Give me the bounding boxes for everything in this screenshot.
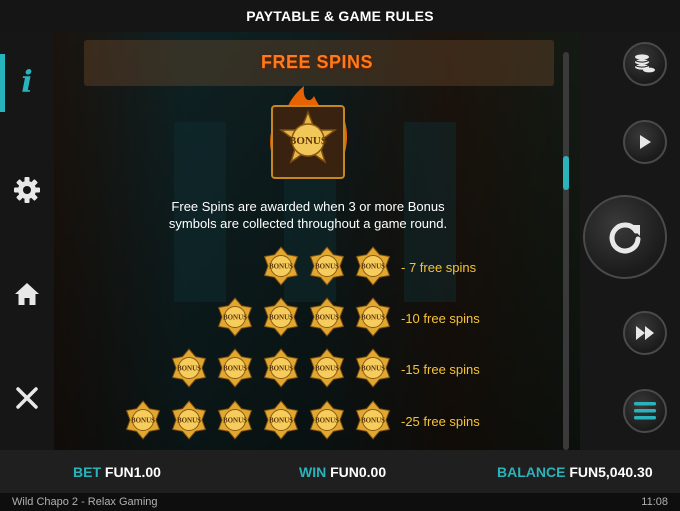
sidebar-item-settings[interactable] [0,160,54,220]
spin-button[interactable] [583,195,667,279]
coins-stack-icon [634,54,655,73]
right-controls [580,32,680,450]
badge-text: BONUS [269,365,293,373]
payout-label: -10 free spins [401,311,480,326]
badge-text: BONUS [269,263,293,271]
menu-button[interactable] [623,389,667,433]
bonus-badge-icon: BONUS [171,400,207,440]
bet-display[interactable]: BET FUN1.00 [73,464,161,480]
turbo-button[interactable] [623,311,667,355]
badge-text: BONUS [269,314,293,322]
scrollbar-track[interactable] [563,52,569,450]
badge-text: BONUS [131,417,155,425]
paytable-row-3: - 7 free spins BONUS BONUS BONUS [54,246,580,290]
bonus-badge-icon: BONUS [263,246,299,286]
badge-text: BONUS [315,417,339,425]
bonus-badge-icon: BONUS [355,246,391,286]
app-name: Wild Chapo 2 - Relax Gaming [12,496,158,508]
close-icon [16,387,38,409]
balance-label: BALANCE [497,464,566,480]
bonus-badge-icon: BONUS [309,400,345,440]
bet-coins-button[interactable] [623,42,667,86]
scrollbar-thumb[interactable] [563,156,569,190]
payout-label: -25 free spins [401,414,480,429]
bonus-badge-icon: BONUS [217,348,253,388]
badge-text: BONUS [361,263,385,271]
win-label: WIN [299,464,327,480]
bonus-badge-icon: BONUS [355,348,391,388]
page-title: PAYTABLE & GAME RULES [246,8,434,24]
status-bar: Wild Chapo 2 - Relax Gaming 11:08 [0,493,680,511]
badge-text: BONUS [361,417,385,425]
bonus-symbol-hero: BONUS [258,82,358,191]
bonus-badge-icon: BONUS [217,297,253,337]
badge-text: BONUS [315,314,339,322]
badge-text: BONUS [361,314,385,322]
free-spins-description: Free Spins are awarded when 3 or more Bo… [54,198,562,232]
section-title: FREE SPINS [260,52,374,72]
home-icon [15,283,39,305]
gear-icon [14,177,40,203]
badge-text: BONUS [223,417,247,425]
paytable-row-4: -10 free spins BONUS BONUS BONUS BONUS [54,297,580,341]
win-display: WIN FUN0.00 [299,464,386,480]
play-icon [640,135,651,149]
bonus-badge-icon: BONUS [270,86,348,179]
sidebar-item-home[interactable] [0,264,54,324]
payout-label: - 7 free spins [401,260,477,275]
fast-forward-icon [636,326,654,340]
menu-icon [634,402,656,420]
win-value: FUN0.00 [330,464,387,480]
bonus-badge-icon: BONUS [263,400,299,440]
spin-icon [609,222,641,254]
bonus-badge-icon: BONUS [263,348,299,388]
badge-text: BONUS [223,365,247,373]
badge-text: BONUS [269,417,293,425]
bonus-badge-icon: BONUS [217,400,253,440]
title-bar: PAYTABLE & GAME RULES [0,0,680,32]
bonus-badge-icon: BONUS [125,400,161,440]
bonus-badge-icon: BONUS [309,297,345,337]
bet-value: FUN1.00 [104,464,161,480]
info-icon: i [21,64,33,100]
badge-text: BONUS [361,365,385,373]
badge-text: BONUS [177,417,201,425]
balance-value: FUN5,040.30 [569,464,653,480]
balance-display: BALANCE FUN5,040.30 [497,464,653,480]
autoplay-button[interactable] [623,120,667,164]
paytable-row-6: -25 free spins BONUS BONUS BONUS BONUS BONUS… [54,400,580,444]
bonus-badge-icon: BONUS [309,246,345,286]
badge-text: BONUS [223,314,247,322]
bonus-badge-icon: BONUS [309,348,345,388]
badge-text: BONUS [315,365,339,373]
sidebar-item-info[interactable]: i [0,52,54,112]
bonus-badge-icon: BONUS [355,297,391,337]
description-line-1: Free Spins are awarded when 3 or more Bo… [171,199,445,214]
payout-label: -15 free spins [401,362,480,377]
hero-badge-text: BONUS [289,135,327,147]
left-sidebar: i [0,32,54,450]
sidebar-item-close[interactable] [0,368,54,428]
bonus-badge-icon: BONUS [355,400,391,440]
badge-text: BONUS [315,263,339,271]
bet-bar: BET FUN1.00 WIN FUN0.00 BALANCE FUN5,040… [0,450,680,493]
description-line-2: symbols are collected throughout a game … [168,216,448,231]
bet-label: BET [73,464,101,480]
paytable-panel[interactable]: FREE SPINS BONUS Free Spins are awarded … [54,32,580,450]
bonus-badge-icon: BONUS [171,348,207,388]
bonus-badge-icon: BONUS [263,297,299,337]
paytable-row-5: -15 free spins BONUS BONUS BONUS BONUS BONUS [54,348,580,392]
clock: 11:08 [641,496,668,508]
badge-text: BONUS [177,365,201,373]
